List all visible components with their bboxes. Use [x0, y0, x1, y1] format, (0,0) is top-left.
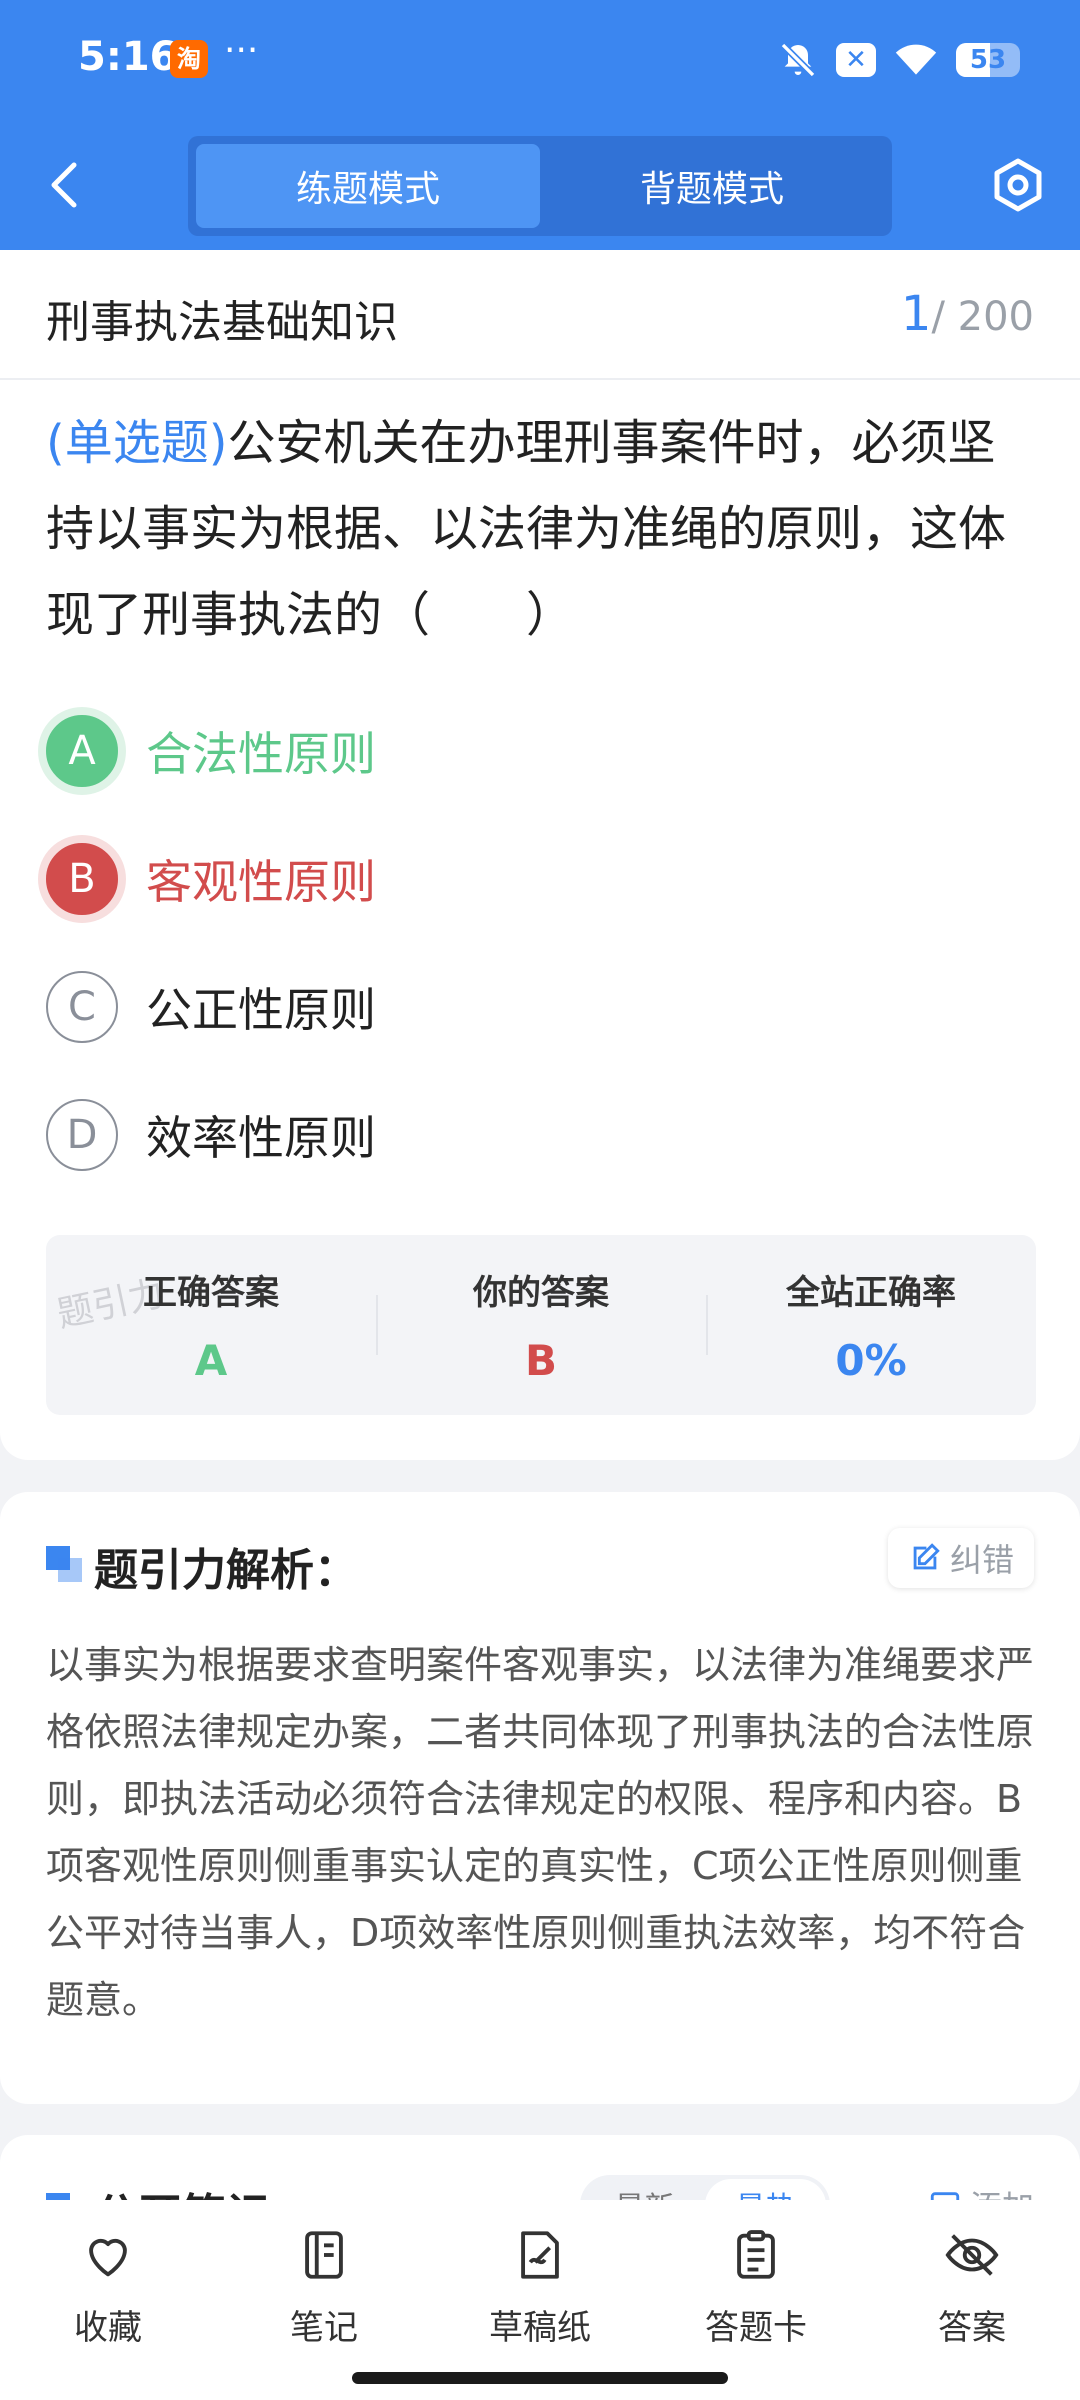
- mute-bell-icon: [780, 42, 816, 78]
- close-badge-icon: ✕: [836, 43, 876, 77]
- heart-icon: [89, 2238, 127, 2277]
- option-b[interactable]: B 客观性原则: [46, 843, 946, 915]
- section-square-icon: [46, 1546, 82, 1582]
- option-text: 公正性原则: [146, 983, 376, 1037]
- nav-favorite[interactable]: 收藏: [0, 2200, 216, 2400]
- analysis-card: 题引力解析： 纠错 以事实为根据要求查明案件客观事实，以法律为准绳要求严格依照法…: [0, 1492, 1080, 2104]
- app-header: 5:16 淘 ··· ✕ 53 练题模式 背题模式: [0, 0, 1080, 250]
- nav-draft[interactable]: 草稿纸: [432, 2200, 648, 2400]
- mode-switch: 练题模式 背题模式: [188, 136, 892, 236]
- your-answer-label: 你的答案: [473, 1273, 609, 1313]
- option-a[interactable]: A 合法性原则: [46, 715, 946, 787]
- analysis-title: 题引力解析：: [94, 1545, 358, 1596]
- tab-practice-mode[interactable]: 练题模式: [196, 144, 540, 228]
- report-error-button[interactable]: 纠错: [887, 1528, 1034, 1588]
- edit-icon: [913, 1543, 940, 1570]
- nav-answer[interactable]: 答案: [864, 2200, 1080, 2400]
- option-letter: B: [46, 843, 118, 915]
- your-answer-col: 你的答案 B: [376, 1235, 706, 1415]
- eye-off-icon: [945, 2234, 999, 2276]
- option-letter: A: [46, 715, 118, 787]
- back-arrow-icon[interactable]: [40, 155, 90, 215]
- subject-title: 刑事执法基础知识: [46, 297, 398, 348]
- your-answer-value: B: [524, 1336, 557, 1385]
- clipboard-icon: [737, 2230, 775, 2279]
- taobao-notification-icon: 淘: [170, 40, 208, 78]
- nav-notes[interactable]: 笔记: [216, 2200, 432, 2400]
- option-text: 合法性原则: [146, 727, 376, 781]
- nav-answer-sheet[interactable]: 答题卡: [648, 2200, 864, 2400]
- option-text: 客观性原则: [146, 855, 376, 909]
- option-d[interactable]: D 效率性原则: [46, 1099, 946, 1171]
- correct-answer-value: A: [194, 1336, 228, 1385]
- question-card: 刑事执法基础知识 1/ 200 (单选题)公安机关在办理刑事案件时，必须坚持以事…: [0, 250, 1080, 1460]
- option-letter: C: [46, 971, 118, 1043]
- option-text: 效率性原则: [146, 1111, 376, 1165]
- more-notifications-icon: ···: [224, 30, 259, 71]
- question-progress: 1/ 200: [901, 286, 1034, 342]
- status-time: 5:16: [78, 34, 178, 80]
- accuracy-rate-value: 0%: [835, 1336, 907, 1385]
- analysis-text: 以事实为根据要求查明案件客观事实，以法律为准绳要求严格依照法律规定办案，二者共同…: [46, 1643, 1035, 2022]
- bottom-toolbar: 收藏 笔记 草稿纸 答题卡 答案: [0, 2200, 1080, 2400]
- correct-answer-label: 正确答案: [143, 1273, 279, 1313]
- correct-answer-col: 正确答案 A: [46, 1235, 376, 1415]
- draft-icon: [521, 2231, 559, 2279]
- home-indicator[interactable]: [352, 2372, 728, 2384]
- settings-hexagon-icon[interactable]: [988, 155, 1048, 215]
- question-stem: (单选题)公安机关在办理刑事案件时，必须坚持以事实为根据、以法律为准绳的原则，这…: [46, 400, 1036, 658]
- option-letter: D: [46, 1099, 118, 1171]
- battery-indicator: 53: [956, 43, 1020, 77]
- question-type: (单选题): [46, 415, 228, 471]
- question-title-row: 刑事执法基础知识 1/ 200: [0, 250, 1080, 380]
- option-c[interactable]: C 公正性原则: [46, 971, 946, 1043]
- total-questions: / 200: [931, 294, 1034, 340]
- status-bar: 5:16 淘 ··· ✕ 53: [0, 0, 1080, 118]
- tab-memorize-mode[interactable]: 背题模式: [540, 144, 884, 228]
- notebook-icon: [305, 2231, 343, 2279]
- accuracy-rate-label: 全站正确率: [786, 1273, 956, 1313]
- current-question-number: 1: [900, 286, 932, 342]
- accuracy-rate-col: 全站正确率 0%: [706, 1235, 1036, 1415]
- answer-summary: 题引力 正确答案 A 你的答案 B 全站正确率 0%: [46, 1235, 1036, 1415]
- status-icons: ✕ 53: [778, 38, 1020, 82]
- wifi-icon: [895, 44, 937, 75]
